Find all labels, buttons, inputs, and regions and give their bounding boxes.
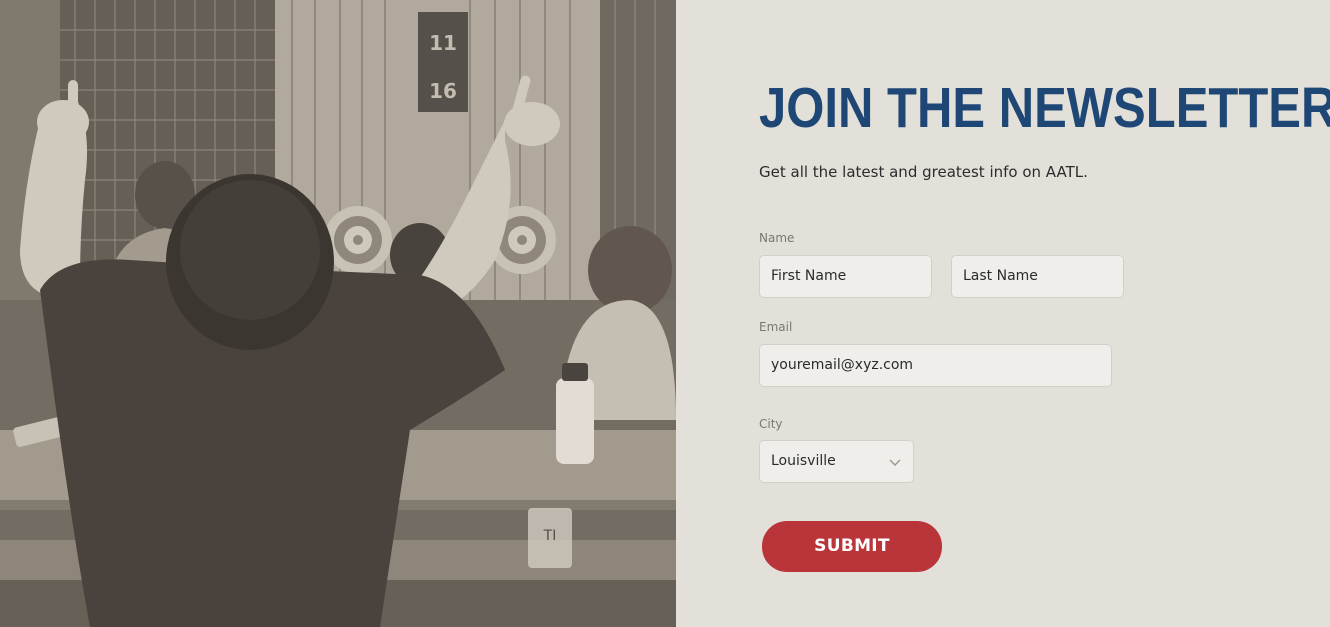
city-select[interactable]: Louisville — [759, 440, 914, 483]
email-input[interactable]: youremail@xyz.com — [759, 344, 1112, 387]
name-label: Name — [759, 231, 795, 245]
newsletter-subtitle: Get all the latest and greatest info on … — [759, 163, 1088, 181]
last-name-input[interactable]: Last Name — [951, 255, 1124, 298]
city-label: City — [759, 417, 783, 431]
first-name-placeholder: First Name — [771, 268, 847, 284]
email-label: Email — [759, 320, 793, 334]
axe-throwing-scene: 11 16 TI — [0, 0, 676, 627]
submit-button[interactable]: SUBMIT — [762, 521, 942, 572]
first-name-input[interactable]: First Name — [759, 255, 932, 298]
chevron-down-icon — [889, 459, 901, 466]
newsletter-title: JOIN THE NEWSLETTER — [759, 76, 1330, 140]
email-placeholder: youremail@xyz.com — [771, 357, 914, 373]
last-name-placeholder: Last Name — [963, 268, 1038, 284]
city-selected-value: Louisville — [771, 453, 836, 469]
newsletter-panel: JOIN THE NEWSLETTER Get all the latest a… — [676, 0, 1330, 627]
hero-photo: 11 16 TI — [0, 0, 676, 627]
